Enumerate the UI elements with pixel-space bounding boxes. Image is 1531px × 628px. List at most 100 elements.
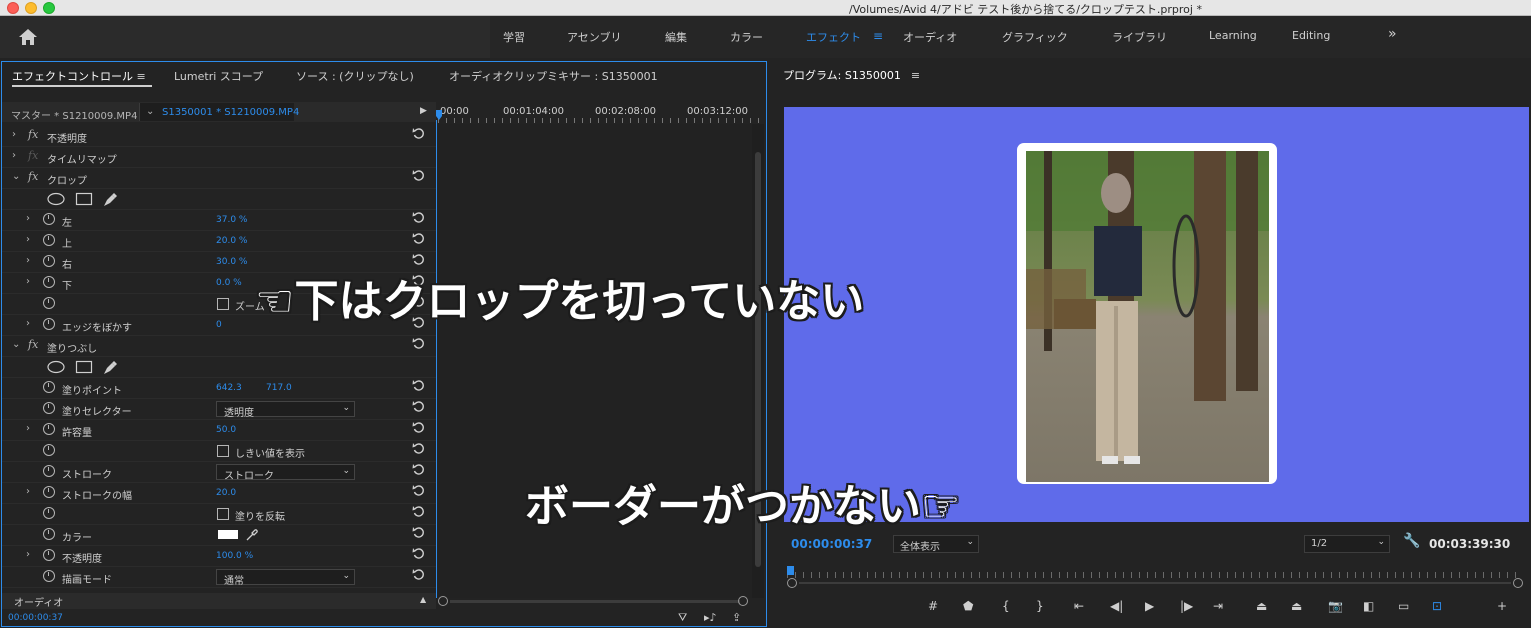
expand-toggle-icon[interactable]: ›: [12, 150, 16, 161]
effect-row[interactable]: ⌄ fx クロップ: [2, 168, 436, 189]
color-swatch[interactable]: [218, 530, 238, 539]
stopwatch-icon[interactable]: [43, 318, 55, 330]
workspace-tab[interactable]: ライブラリ: [1112, 29, 1167, 45]
go-to-out-icon[interactable]: ⇥: [1213, 599, 1223, 613]
reset-parameter-icon[interactable]: [412, 442, 425, 459]
expand-toggle-icon[interactable]: ›: [26, 276, 30, 287]
expand-toggle-icon[interactable]: ›: [26, 423, 30, 434]
property-value[interactable]: 0: [216, 320, 222, 330]
effect-row[interactable]: › 不透明度 100.0 %: [2, 546, 436, 567]
stopwatch-icon[interactable]: [43, 465, 55, 477]
workspace-tab[interactable]: エフェクト: [806, 29, 861, 45]
ellipse-mask-icon[interactable]: [46, 360, 66, 374]
property-value[interactable]: 20.0 %: [216, 236, 247, 246]
step-forward-icon[interactable]: |▶: [1180, 599, 1193, 613]
property-value[interactable]: 100.0 %: [216, 551, 253, 561]
play-icon[interactable]: ▶: [1145, 599, 1154, 613]
effect-row[interactable]: 塗りを反転: [2, 504, 436, 525]
effect-row[interactable]: › ストロークの幅 20.0: [2, 483, 436, 504]
property-value[interactable]: 37.0 %: [216, 215, 247, 225]
stopwatch-icon[interactable]: [43, 549, 55, 561]
pen-mask-icon[interactable]: [102, 360, 118, 376]
effect-row[interactable]: 描画モード 通常 ⌄: [2, 567, 436, 588]
master-clip-label[interactable]: マスター * S1210009.MP4: [11, 107, 137, 122]
zoom-level-select[interactable]: 全体表示 ⌄: [893, 535, 979, 553]
expand-toggle-icon[interactable]: ›: [26, 486, 30, 497]
go-to-in-icon[interactable]: ⇤: [1074, 599, 1084, 613]
step-back-icon[interactable]: ◀|: [1110, 599, 1123, 613]
zoom-handle-right[interactable]: [1513, 578, 1523, 588]
property-value[interactable]: 50.0: [216, 425, 236, 435]
export-icon[interactable]: ⇪: [732, 611, 741, 624]
tab-lumetri-scopes[interactable]: Lumetri スコープ: [174, 68, 263, 84]
workspace-tab[interactable]: カラー: [730, 29, 763, 45]
workspace-tab[interactable]: 学習: [503, 29, 525, 45]
stopwatch-icon[interactable]: [43, 444, 55, 456]
checkbox[interactable]: [217, 298, 229, 310]
reset-parameter-icon[interactable]: [412, 421, 425, 438]
zoom-handle-left[interactable]: [438, 596, 448, 606]
audio-only-icon[interactable]: ▸♪: [704, 611, 717, 624]
stopwatch-icon[interactable]: [43, 297, 55, 309]
collapse-up-icon[interactable]: ▲: [420, 595, 426, 604]
zoom-bar[interactable]: [799, 582, 1511, 584]
marker-icon[interactable]: ⬟: [963, 599, 973, 613]
rectangle-mask-icon[interactable]: [75, 192, 93, 206]
effect-row[interactable]: カラー: [2, 525, 436, 546]
expand-toggle-icon[interactable]: ›: [26, 318, 30, 329]
effect-row[interactable]: [2, 357, 436, 378]
lift-icon[interactable]: ⏏: [1256, 599, 1267, 613]
panel-menu-icon[interactable]: ≡: [137, 70, 146, 83]
effect-row[interactable]: › fx タイムリマップ: [2, 147, 436, 168]
stopwatch-icon[interactable]: [43, 402, 55, 414]
expand-toggle-icon[interactable]: ⌄: [12, 171, 20, 182]
effect-row[interactable]: ⌄ fx 塗りつぶし: [2, 336, 436, 357]
expand-toggle-icon[interactable]: ›: [26, 549, 30, 560]
more-workspaces-icon[interactable]: »: [1388, 26, 1397, 42]
settings-wrench-icon[interactable]: 🔧: [1403, 533, 1420, 549]
effect-row[interactable]: › fx 不透明度: [2, 126, 436, 147]
program-video-canvas[interactable]: [784, 107, 1529, 522]
export-frame-camera-icon[interactable]: 📷: [1328, 599, 1343, 613]
stopwatch-icon[interactable]: [43, 507, 55, 519]
mark-out-icon[interactable]: }: [1036, 599, 1044, 613]
panel-menu-icon[interactable]: ≡: [911, 69, 920, 82]
workspace-tab[interactable]: グラフィック: [1002, 29, 1068, 45]
reset-parameter-icon[interactable]: [412, 232, 425, 249]
stopwatch-icon[interactable]: [43, 381, 55, 393]
zoom-handle-right[interactable]: [738, 596, 748, 606]
reset-parameter-icon[interactable]: [412, 400, 425, 417]
reset-parameter-icon[interactable]: [412, 484, 425, 501]
eyedropper-icon[interactable]: [245, 528, 259, 542]
pen-mask-icon[interactable]: [102, 192, 118, 208]
stopwatch-icon[interactable]: [43, 276, 55, 288]
tab-effect-controls[interactable]: エフェクトコントロール ≡: [12, 68, 146, 84]
checkbox[interactable]: [217, 508, 229, 520]
property-dropdown[interactable]: 通常 ⌄: [216, 569, 355, 587]
property-value-y[interactable]: 717.0: [266, 383, 292, 393]
button-editor-plus-icon[interactable]: +: [1497, 599, 1507, 613]
expand-toggle-icon[interactable]: ›: [26, 234, 30, 245]
monitor-zoom-scrollbar[interactable]: [787, 578, 1523, 590]
expand-toggle-icon[interactable]: ›: [12, 129, 16, 140]
zoom-bar[interactable]: [450, 600, 740, 603]
property-dropdown[interactable]: ストローク ⌄: [216, 464, 355, 482]
effect-row[interactable]: 塗りポイント 642.3 717.0: [2, 378, 436, 399]
workspace-tab[interactable]: 編集: [665, 29, 687, 45]
tab-audio-clip-mixer[interactable]: オーディオクリップミキサー : S1350001: [449, 68, 658, 84]
show-timeline-icon[interactable]: ▶: [420, 106, 427, 116]
home-icon[interactable]: [17, 27, 39, 47]
reset-parameter-icon[interactable]: [412, 127, 425, 144]
reset-parameter-icon[interactable]: [412, 379, 425, 396]
playhead-marker[interactable]: [787, 566, 794, 575]
safe-margins-icon[interactable]: ▭: [1398, 599, 1409, 613]
effect-row[interactable]: 塗りセレクター 透明度 ⌄: [2, 399, 436, 420]
fx-toggle-icon[interactable]: fx: [28, 170, 38, 183]
effect-row[interactable]: › 上 20.0 %: [2, 231, 436, 252]
extract-icon[interactable]: ⏏: [1291, 599, 1302, 613]
fx-toggle-icon[interactable]: fx: [28, 338, 38, 351]
expand-toggle-icon[interactable]: ›: [26, 213, 30, 224]
effect-row[interactable]: › 左 37.0 %: [2, 210, 436, 231]
stopwatch-icon[interactable]: [43, 213, 55, 225]
stopwatch-icon[interactable]: [43, 234, 55, 246]
